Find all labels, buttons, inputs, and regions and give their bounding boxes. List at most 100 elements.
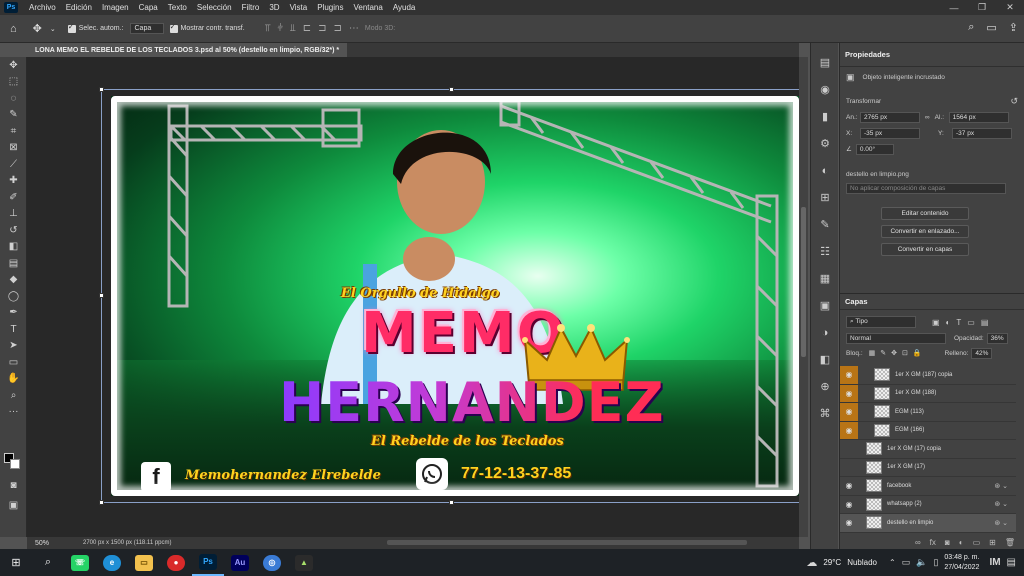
- comments-panel-icon[interactable]: ▮: [811, 103, 839, 130]
- path-select-icon[interactable]: ➤: [0, 338, 27, 355]
- adjustments-panel-icon[interactable]: ◐: [811, 157, 839, 184]
- document-tab[interactable]: LONA MEMO EL REBELDE DE LOS TECLADOS 3.p…: [27, 43, 348, 57]
- mask-icon[interactable]: ◙: [945, 538, 950, 547]
- menu-capa[interactable]: Capa: [134, 3, 163, 12]
- color-panel-icon[interactable]: ◑: [811, 319, 839, 346]
- swatches-panel-icon[interactable]: ⊞: [811, 184, 839, 211]
- transform-handle[interactable]: [449, 87, 454, 92]
- zoom-icon[interactable]: ⌕: [0, 387, 27, 404]
- horizontal-scrollbar[interactable]: [387, 540, 747, 545]
- new-layer-icon[interactable]: ⊞: [989, 538, 996, 547]
- weather-text[interactable]: Nublado: [847, 558, 877, 567]
- filter-icons[interactable]: ▣◐T▭▤: [932, 318, 994, 327]
- width-field[interactable]: 2765 px: [860, 111, 920, 123]
- libraries-panel-icon[interactable]: ☷: [811, 238, 839, 265]
- whatsapp-app-icon[interactable]: ☏: [64, 549, 96, 576]
- move-icon[interactable]: ✥: [0, 57, 27, 74]
- y-field[interactable]: -37 px: [952, 127, 1012, 139]
- visibility-eye-icon[interactable]: ◉: [840, 514, 858, 532]
- blur-icon[interactable]: ◆: [0, 272, 27, 289]
- visibility-eye-icon[interactable]: [840, 459, 858, 477]
- layer-row[interactable]: 1er X GM (17) copia: [840, 440, 1016, 459]
- align-center-icon[interactable]: ⊐: [318, 23, 326, 34]
- align-left-icon[interactable]: ⊏: [303, 23, 311, 34]
- search-icon[interactable]: ⌕: [32, 549, 64, 576]
- brush-icon[interactable]: ✐: [0, 189, 27, 206]
- transform-handle[interactable]: [449, 500, 454, 505]
- vertical-scroll-thumb[interactable]: [801, 207, 806, 357]
- channels-panel-icon[interactable]: ⊕: [811, 373, 839, 400]
- menu-vista[interactable]: Vista: [285, 3, 313, 12]
- menu-texto[interactable]: Texto: [163, 3, 192, 12]
- auto-select-checkbox[interactable]: [67, 22, 76, 33]
- gradient-icon[interactable]: ▤: [0, 255, 27, 272]
- share-icon[interactable]: ⇪: [1009, 21, 1018, 34]
- layer-row[interactable]: 1er X GM (17): [840, 459, 1016, 477]
- crop-icon[interactable]: ⌗: [0, 123, 27, 140]
- lasso-icon[interactable]: ◌: [0, 90, 27, 107]
- transform-bounding-box[interactable]: [101, 89, 801, 503]
- auto-select-dropdown[interactable]: Capa: [129, 23, 164, 34]
- layer-row[interactable]: ◉ facebook ⊛ ⌄: [840, 477, 1016, 496]
- chevron-down-icon[interactable]: ⌄: [50, 25, 56, 33]
- fx-icon[interactable]: fx: [930, 538, 936, 547]
- background-color-swatch[interactable]: [10, 459, 20, 469]
- hand-icon[interactable]: ✋: [0, 371, 27, 388]
- history-brush-icon[interactable]: ↺: [0, 222, 27, 239]
- show-transform-checkbox[interactable]: [169, 22, 178, 33]
- clock[interactable]: 03:48 p. m. 27/04/2022: [944, 553, 979, 573]
- layer-row[interactable]: ◉ 1er X GM (188): [840, 384, 1016, 403]
- transform-handle[interactable]: [99, 500, 104, 505]
- home-icon[interactable]: ⌂: [10, 23, 17, 35]
- layers-panel-icon[interactable]: ◧: [811, 346, 839, 373]
- workspace-icon[interactable]: ▭: [986, 21, 996, 34]
- menu-filtro[interactable]: Filtro: [237, 3, 265, 12]
- delete-layer-icon[interactable]: 🗑: [1005, 538, 1015, 547]
- app-tray-icon[interactable]: IM: [989, 557, 1000, 568]
- link-layers-icon[interactable]: ∞: [915, 538, 921, 547]
- quick-select-icon[interactable]: ✎: [0, 107, 27, 124]
- visibility-eye-icon[interactable]: [840, 440, 858, 458]
- eraser-icon[interactable]: ◧: [0, 239, 27, 256]
- file-explorer-icon[interactable]: ▭: [128, 549, 160, 576]
- notification-icon[interactable]: ▤: [1007, 557, 1016, 568]
- battery-icon[interactable]: ▯: [933, 557, 938, 568]
- layer-comp-dropdown[interactable]: No aplicar composición de capas: [846, 182, 1006, 194]
- healing-icon[interactable]: ✚: [0, 173, 27, 190]
- rectangle-icon[interactable]: ▭: [0, 354, 27, 371]
- smart-filter-icon[interactable]: ⊛ ⌄: [994, 500, 1008, 508]
- transform-handle[interactable]: [99, 87, 104, 92]
- layer-row[interactable]: ◉ 1er X GM (187) copia: [840, 366, 1016, 385]
- menu-ventana[interactable]: Ventana: [348, 3, 387, 12]
- styles-panel-icon[interactable]: ▦: [811, 265, 839, 292]
- reset-transform-icon[interactable]: ↺: [1010, 96, 1018, 107]
- visibility-eye-icon[interactable]: ◉: [840, 477, 858, 495]
- layer-row[interactable]: ◉ whatsapp (2) ⊛ ⌄: [840, 496, 1016, 514]
- layer-row[interactable]: ◉ EGM (166): [840, 421, 1016, 440]
- menu-imagen[interactable]: Imagen: [97, 3, 134, 12]
- visibility-eye-icon[interactable]: ◉: [840, 384, 858, 402]
- convert-to-linked-button[interactable]: Convertir en enlazado...: [881, 225, 969, 238]
- layer-row[interactable]: ◉ EGM (113): [840, 403, 1016, 422]
- align-top-icon[interactable]: ⫪: [265, 23, 271, 34]
- adjustment-icon[interactable]: ◐: [959, 538, 964, 547]
- canvas-area[interactable]: El Orgullo de Hidalgo MEMO HERNANDEZ El …: [27, 57, 801, 537]
- patterns-panel-icon[interactable]: ▣: [811, 292, 839, 319]
- transform-handle[interactable]: [99, 293, 104, 298]
- menu-seleccion[interactable]: Selección: [192, 3, 237, 12]
- recorder-app-icon[interactable]: ●: [160, 549, 192, 576]
- paths-panel-icon[interactable]: ⌘: [811, 400, 839, 427]
- close-icon[interactable]: ✕: [996, 0, 1024, 15]
- link-icon[interactable]: ∞: [925, 114, 930, 121]
- blend-mode-dropdown[interactable]: Normal: [846, 332, 946, 344]
- menu-edicion[interactable]: Edición: [61, 3, 97, 12]
- align-right-icon[interactable]: ⊐: [334, 23, 342, 34]
- opacity-field[interactable]: 36%: [986, 332, 1008, 344]
- angle-field[interactable]: 0.00°: [855, 143, 894, 155]
- convert-to-layers-button[interactable]: Convertir en capas: [881, 243, 969, 256]
- smart-filter-icon[interactable]: ⊛ ⌄: [994, 519, 1008, 527]
- layer-row[interactable]: ◉ destello en limpio ⊛ ⌄: [840, 514, 1016, 533]
- stamp-icon[interactable]: ⊥: [0, 206, 27, 223]
- history-panel-icon[interactable]: ▤: [811, 49, 839, 76]
- edge-browser-icon[interactable]: e: [96, 549, 128, 576]
